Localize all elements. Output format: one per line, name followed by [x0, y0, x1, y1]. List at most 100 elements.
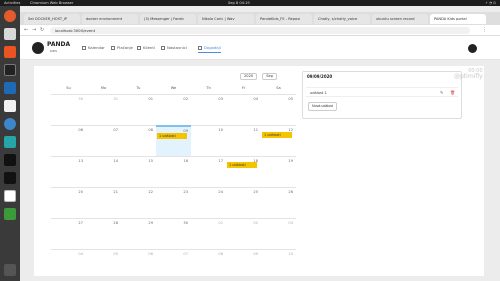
calendar-day[interactable]: 31	[86, 94, 121, 125]
calendar-day[interactable]: 13	[51, 156, 86, 187]
calendar-day[interactable]: 16	[156, 156, 191, 187]
calendar-day[interactable]: 20	[51, 187, 86, 218]
payment-icon	[111, 46, 115, 50]
calendar-day[interactable]: 05	[86, 249, 121, 280]
files-icon[interactable]	[4, 28, 16, 40]
spreadsheet-icon[interactable]	[4, 208, 16, 220]
terminal-icon[interactable]	[4, 64, 16, 76]
panda-logo-icon[interactable]	[32, 42, 44, 54]
calendar-day[interactable]: 18 1 události	[226, 156, 261, 187]
calendar-day[interactable]: 01	[121, 94, 156, 125]
calendar-day[interactable]: 30	[51, 94, 86, 125]
calendar-day[interactable]: 04	[51, 249, 86, 280]
calendar-day[interactable]: 14	[86, 156, 121, 187]
app-header: PANDA KIDS Kalendar Plaćanje Klienti Nas…	[20, 36, 500, 60]
document-icon[interactable]	[4, 190, 16, 202]
back-icon[interactable]: ←	[24, 27, 28, 33]
calendar-day[interactable]: 07	[86, 125, 121, 156]
calendar-day[interactable]: 24	[191, 187, 226, 218]
day-number: 22	[148, 190, 153, 194]
month-select[interactable]: Sep	[262, 73, 278, 80]
calendar-day[interactable]: 08	[191, 249, 226, 280]
calendar-day[interactable]: 09 1 události	[156, 125, 191, 156]
text-editor-icon[interactable]	[4, 100, 16, 112]
nav-clients[interactable]: Klienti	[137, 44, 155, 52]
url-input[interactable]: localhost:3000/event	[50, 27, 470, 34]
day-number: 01	[148, 97, 153, 101]
rider-icon[interactable]	[4, 154, 16, 166]
calendar-day[interactable]: 08	[121, 125, 156, 156]
calendar-day[interactable]: 02	[226, 218, 261, 249]
menu-icon[interactable]: ⋮	[482, 27, 487, 33]
forward-icon[interactable]: →	[32, 27, 36, 33]
event-chip[interactable]: 1 události	[227, 162, 257, 168]
calendar-day[interactable]: 30	[156, 218, 191, 249]
calendar-day[interactable]: 29	[121, 218, 156, 249]
calendar-day[interactable]: 05	[261, 94, 296, 125]
show-applications-icon[interactable]	[4, 264, 16, 276]
event-chip[interactable]: 1 události	[262, 132, 292, 138]
edit-icon[interactable]: ✎	[440, 90, 443, 95]
clients-icon	[137, 46, 141, 50]
calendar-day[interactable]: 25	[226, 187, 261, 218]
day-number: 06	[148, 252, 153, 256]
browser-tab[interactable]: PandaKids_FE - Reposi	[256, 14, 312, 24]
tab-strip: Set DOCKER_HOST_IP docker environment (3…	[20, 12, 500, 25]
calendar-day[interactable]: 23	[156, 187, 191, 218]
nav-payments[interactable]: Plaćanje	[111, 44, 133, 52]
calendar-day[interactable]: 03	[191, 94, 226, 125]
app-icon[interactable]	[4, 136, 16, 148]
calendar-day[interactable]: 04	[226, 94, 261, 125]
vscode-icon[interactable]	[4, 82, 16, 94]
calendar-day[interactable]: 10	[261, 249, 296, 280]
calendar-day[interactable]: 12 1 události	[261, 125, 296, 156]
calendar-day[interactable]: 26	[261, 187, 296, 218]
user-avatar[interactable]	[468, 44, 477, 53]
firefox-icon[interactable]	[4, 10, 16, 22]
nav-teachers[interactable]: Nastavnici	[161, 44, 187, 52]
delete-icon[interactable]: 🗑	[450, 90, 455, 95]
day-number: 09	[253, 252, 258, 256]
browser-tab-active[interactable]: PANDA Kids portal	[430, 14, 486, 24]
day-number: 17	[218, 159, 223, 163]
calendar-day[interactable]: 27	[51, 218, 86, 249]
calendar-day[interactable]: 06	[51, 125, 86, 156]
weekday-label: We	[170, 86, 177, 90]
calendar-day[interactable]: 22	[121, 187, 156, 218]
calendar-day[interactable]: 28	[86, 218, 121, 249]
browser-tab[interactable]: Chatly, s/chatly_voice	[314, 14, 370, 24]
calendar-day[interactable]: 07	[156, 249, 191, 280]
browser-tab[interactable]: Set DOCKER_HOST_IP	[24, 14, 80, 24]
calendar-day[interactable]: 03	[261, 218, 296, 249]
nav-events[interactable]: Događaji	[198, 44, 221, 53]
event-row[interactable]: událost 1 ✎ 🗑	[306, 87, 458, 97]
chromium-icon[interactable]	[4, 118, 16, 130]
browser-tab[interactable]: ubuntu screen record	[372, 14, 428, 24]
nav-calendar[interactable]: Kalendar	[82, 44, 105, 52]
event-chip[interactable]: 1 události	[157, 133, 187, 139]
year-select[interactable]: 2020	[240, 73, 258, 80]
calendar-day[interactable]: 01	[191, 218, 226, 249]
browser-tab[interactable]: (3) Messenger | Faceb	[140, 14, 196, 24]
software-center-icon[interactable]	[4, 46, 16, 58]
day-number: 24	[218, 190, 223, 194]
calendar-day[interactable]: 19	[261, 156, 296, 187]
calendar-day[interactable]: 11	[226, 125, 261, 156]
calendar-day[interactable]: 10	[191, 125, 226, 156]
day-number: 15	[148, 159, 153, 163]
calendar-day[interactable]: 17	[191, 156, 226, 187]
calendar-day[interactable]: 21	[86, 187, 121, 218]
calendar-day[interactable]: 09	[226, 249, 261, 280]
calendar-day[interactable]: 06	[121, 249, 156, 280]
weekday-label: Su	[66, 86, 71, 90]
webstorm-icon[interactable]	[4, 172, 16, 184]
browser-tab[interactable]: docker environment	[82, 14, 138, 24]
calendar-day[interactable]: 02	[156, 94, 191, 125]
reload-icon[interactable]: ↻	[40, 27, 44, 33]
day-number: 01	[218, 221, 223, 225]
browser-window: PANDA Kids portal - Chromium Set DOCKER_…	[20, 6, 500, 281]
browser-tab[interactable]: Nikola Caric | Wav	[198, 14, 254, 24]
new-event-button[interactable]: Nová událost	[308, 102, 337, 111]
calendar-day[interactable]: 15	[121, 156, 156, 187]
day-detail-panel: 09/09/2020 událost 1 ✎ 🗑 Nová událost	[302, 71, 462, 119]
